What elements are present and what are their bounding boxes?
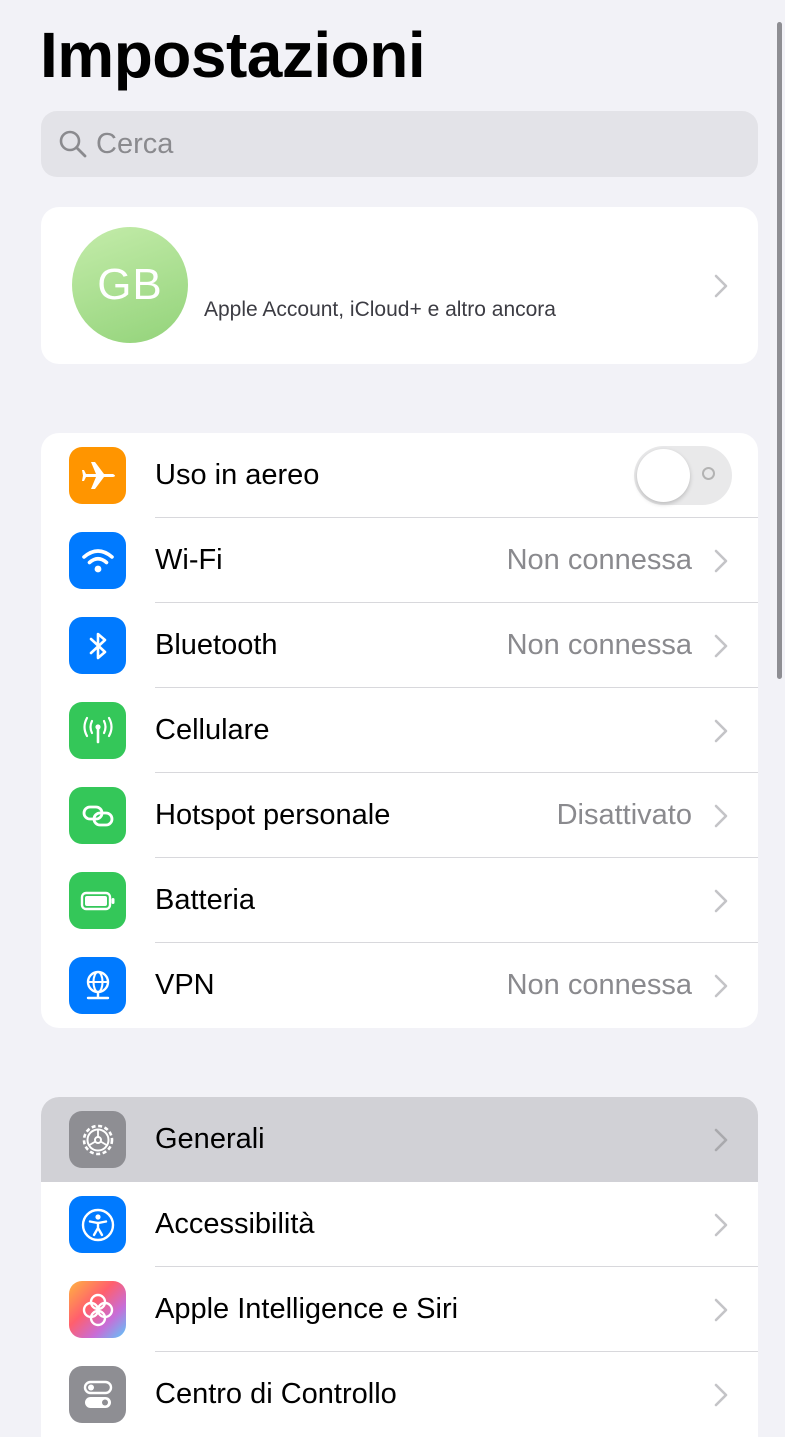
chevron-right-icon (714, 1128, 728, 1152)
accessibility-icon (69, 1196, 126, 1253)
search-placeholder: Cerca (96, 127, 174, 160)
general-section: Generali Accessibilità Apple Intelligenc… (41, 1097, 758, 1437)
account-subtitle: Apple Account, iCloud+ e altro ancora (204, 298, 556, 321)
chevron-right-icon (714, 1213, 728, 1237)
row-control-center[interactable]: Centro di Controllo (41, 1352, 758, 1437)
row-value: Disattivato (556, 799, 692, 831)
row-airplane-mode[interactable]: Uso in aereo (41, 433, 758, 518)
row-label: Bluetooth (155, 629, 278, 661)
row-label: Hotspot personale (155, 799, 391, 831)
battery-icon (69, 872, 126, 929)
chevron-right-icon (714, 549, 728, 573)
chevron-right-icon (714, 974, 728, 998)
row-vpn[interactable]: VPN Non connessa (41, 943, 758, 1028)
bluetooth-icon (69, 617, 126, 674)
row-label: Centro di Controllo (155, 1378, 397, 1410)
row-bluetooth[interactable]: Bluetooth Non connessa (41, 603, 758, 688)
row-label: Cellulare (155, 714, 270, 746)
row-accessibility[interactable]: Accessibilità (41, 1182, 758, 1267)
row-wifi[interactable]: Wi-Fi Non connessa (41, 518, 758, 603)
gear-icon (69, 1111, 126, 1168)
row-battery[interactable]: Batteria (41, 858, 758, 943)
avatar: GB (72, 227, 188, 343)
row-label: Generali (155, 1123, 265, 1155)
row-label: Apple Intelligence e Siri (155, 1293, 459, 1325)
apple-intelligence-icon (69, 1281, 126, 1338)
row-value: Non connessa (506, 629, 692, 661)
wifi-icon (69, 532, 126, 589)
antenna-icon (69, 702, 126, 759)
row-label: Uso in aereo (155, 459, 320, 491)
row-label: Batteria (155, 884, 255, 916)
chevron-right-icon (714, 804, 728, 828)
page-title: Impostazioni (40, 19, 426, 91)
chevron-right-icon (714, 719, 728, 743)
row-apple-intelligence-siri[interactable]: Apple Intelligence e Siri (41, 1267, 758, 1352)
chevron-right-icon (714, 1383, 728, 1407)
row-value: Non connessa (506, 969, 692, 1001)
row-label: VPN (155, 969, 215, 1001)
search-icon (59, 130, 87, 158)
scrollbar[interactable] (777, 22, 782, 679)
row-label: Wi-Fi (155, 544, 223, 576)
globe-icon (69, 957, 126, 1014)
row-general[interactable]: Generali (41, 1097, 758, 1182)
connectivity-section: Uso in aereo Wi-Fi Non connessa Bluetoot… (41, 433, 758, 1028)
row-value: Non connessa (506, 544, 692, 576)
row-cellular[interactable]: Cellulare (41, 688, 758, 773)
switches-icon (69, 1366, 126, 1423)
chevron-right-icon (714, 634, 728, 658)
chevron-right-icon (714, 274, 728, 298)
row-label: Accessibilità (155, 1208, 315, 1240)
airplane-mode-toggle[interactable] (634, 446, 732, 505)
chevron-right-icon (714, 1298, 728, 1322)
link-icon (69, 787, 126, 844)
apple-account-card[interactable]: GB Apple Account, iCloud+ e altro ancora (41, 207, 758, 364)
search-field[interactable]: Cerca (41, 111, 758, 177)
row-personal-hotspot[interactable]: Hotspot personale Disattivato (41, 773, 758, 858)
airplane-icon (69, 447, 126, 504)
chevron-right-icon (714, 889, 728, 913)
